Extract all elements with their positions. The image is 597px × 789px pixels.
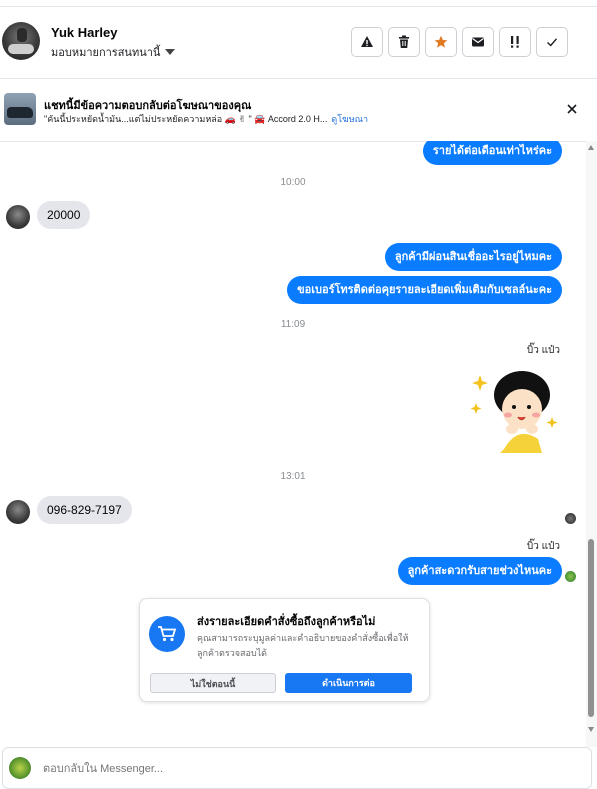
check-icon	[547, 38, 558, 47]
page-avatar	[9, 757, 31, 779]
chat-scrollbar[interactable]	[586, 141, 597, 747]
trash-icon	[399, 35, 409, 48]
outgoing-message[interactable]: ขอเบอร์โทรติดต่อคุยรายละเอียดเพิ่มเติมกั…	[287, 276, 562, 304]
timestamp: 13:01	[280, 471, 306, 482]
read-receipt-avatar	[565, 513, 576, 524]
follow-up-button[interactable]	[499, 27, 531, 57]
star-icon	[434, 35, 448, 48]
outgoing-message[interactable]: ลูกค้ามีผ่อนสินเชื่ออะไรอยู่ไหมคะ	[384, 243, 562, 271]
contact-avatar-small	[6, 500, 30, 524]
header-actions	[351, 27, 568, 57]
incoming-message[interactable]: 20000	[37, 201, 91, 229]
reply-composer	[2, 747, 592, 789]
scroll-up-icon[interactable]	[588, 145, 594, 150]
contact-avatar[interactable]	[2, 22, 40, 60]
ad-reply-banner: แชทนี้มีข้อความตอบกลับต่อโฆษณาของคุณ "คั…	[0, 79, 597, 142]
contact-avatar-small	[6, 205, 30, 229]
warning-icon	[361, 36, 373, 47]
caret-down-icon	[165, 49, 176, 55]
cart-icon	[149, 616, 185, 652]
mail-icon	[472, 37, 484, 47]
ad-snippet: "คันนี้ประหยัดน้ำมัน...แต่ไม่ประหยัดความ…	[44, 114, 328, 124]
assign-label: มอบหมายการสนทนานี้	[51, 47, 161, 59]
conversation-header: Yuk Harley มอบหมายการสนทนานี้	[0, 8, 597, 79]
important-icon	[511, 36, 519, 48]
incoming-message[interactable]: 096-829-7197	[37, 496, 132, 524]
delete-button[interactable]	[388, 27, 420, 57]
sticker-image[interactable]	[466, 365, 562, 455]
card-title: ส่งรายละเอียดคำสั่งซื้อถึงลูกค้าหรือไม่	[197, 616, 376, 628]
page-avatar-tiny	[565, 571, 576, 582]
timestamp: 11:09	[280, 319, 306, 330]
message-thread: รายได้ต่อเดือนเท่าไหร่คะ 10:00 20000 ลูก…	[0, 141, 586, 747]
order-details-prompt: ส่งรายละเอียดคำสั่งซื้อถึงลูกค้าหรือไม่ …	[139, 598, 430, 702]
card-description: คุณสามารถระบุมูลค่าและคำอธิบายของคำสั่งซ…	[197, 633, 409, 658]
not-now-button[interactable]: ไม่ใช่ตอนนี้	[150, 673, 276, 693]
sender-name: บิ๊ว แป๋ว	[526, 541, 560, 552]
sender-name: บิ๊ว แป๋ว	[526, 345, 560, 356]
scrollbar-thumb[interactable]	[588, 539, 594, 717]
mark-unread-button[interactable]	[462, 27, 494, 57]
star-button[interactable]	[425, 27, 457, 57]
ad-thumbnail[interactable]	[4, 93, 36, 125]
assign-dropdown[interactable]: มอบหมายการสนทนานี้	[51, 43, 176, 61]
continue-button[interactable]: ดำเนินการต่อ	[285, 673, 412, 693]
scroll-down-icon[interactable]	[588, 727, 594, 732]
report-spam-button[interactable]	[351, 27, 383, 57]
mark-done-button[interactable]	[536, 27, 568, 57]
contact-name[interactable]: Yuk Harley	[51, 25, 118, 40]
timestamp: 10:00	[280, 177, 306, 188]
top-divider	[0, 6, 597, 7]
outgoing-message[interactable]: รายได้ต่อเดือนเท่าไหร่คะ	[422, 141, 562, 165]
view-ad-link[interactable]: ดูโฆษณา	[331, 114, 368, 124]
outgoing-message[interactable]: ลูกค้าสะดวกรับสายช่วงไหนคะ	[397, 557, 562, 585]
ad-banner-subtitle: "คันนี้ประหยัดน้ำมัน...แต่ไม่ประหยัดความ…	[44, 112, 368, 126]
close-icon[interactable]	[564, 101, 580, 117]
